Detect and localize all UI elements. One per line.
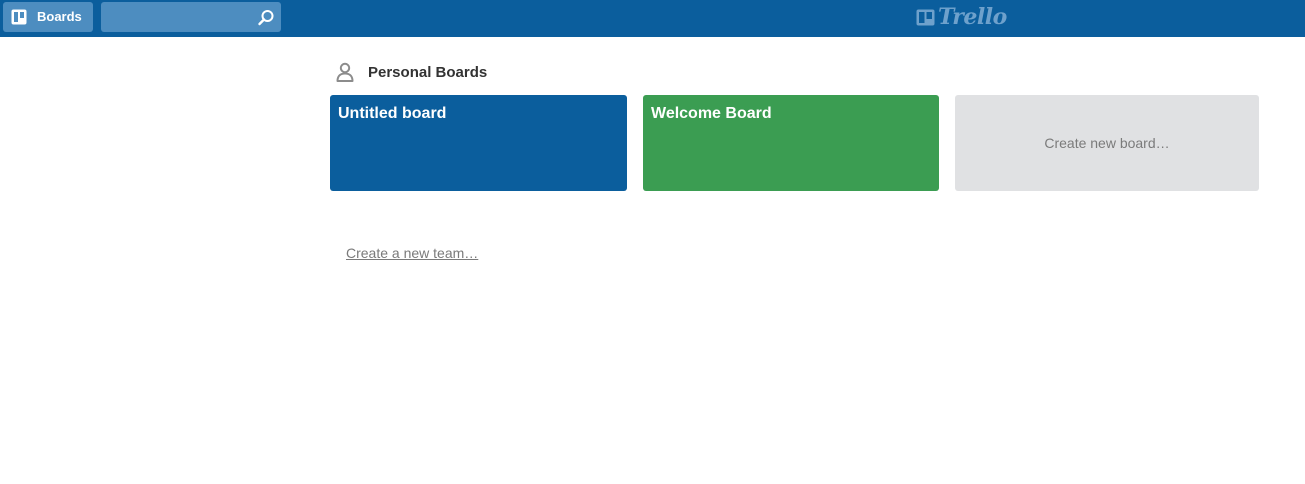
board-name: Welcome Board [651, 105, 772, 122]
top-header: Boards Trello [0, 0, 1305, 37]
boards-button[interactable]: Boards [3, 2, 93, 32]
boards-icon [11, 9, 27, 25]
board-tile-welcome[interactable]: Welcome Board [643, 95, 939, 191]
board-name: Untitled board [338, 105, 447, 122]
person-icon [336, 62, 354, 82]
create-team-link[interactable]: Create a new team… [346, 245, 478, 261]
boards-button-label: Boards [37, 9, 82, 24]
board-tile-untitled[interactable]: Untitled board [330, 95, 627, 191]
trello-logo-icon [916, 9, 935, 25]
search-icon[interactable] [257, 9, 275, 27]
create-board-button[interactable]: Create new board… [955, 95, 1259, 191]
search-input[interactable] [101, 2, 251, 32]
trello-logo-text: Trello [938, 4, 1007, 30]
search-box[interactable] [101, 2, 281, 32]
create-board-label: Create new board… [1044, 135, 1170, 151]
section-title: Personal Boards [368, 64, 488, 81]
trello-logo[interactable]: Trello [916, 4, 1007, 30]
